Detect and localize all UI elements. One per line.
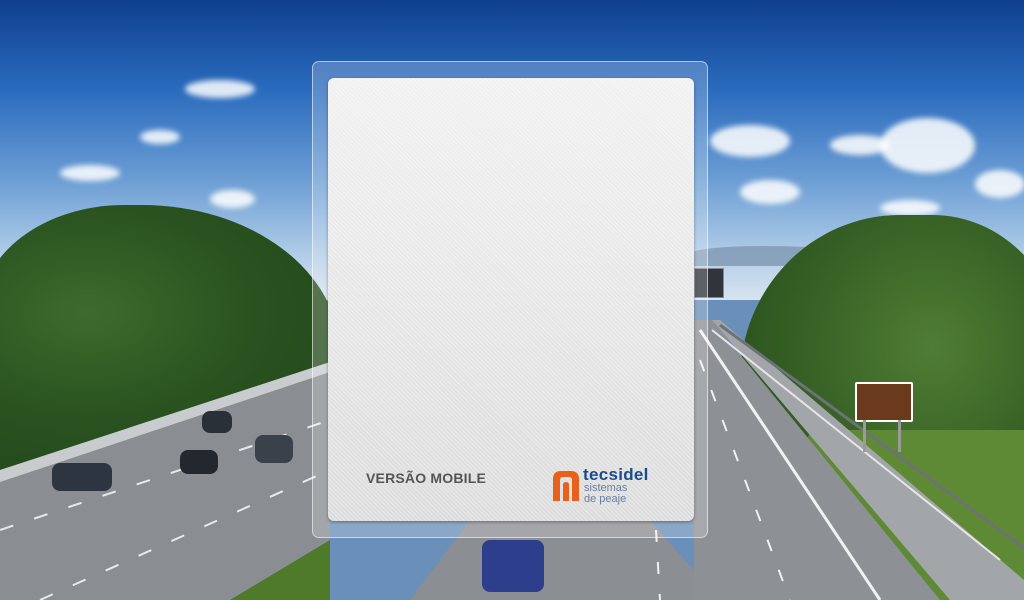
tecsidel-logo: tecsidel sistemas de peaje [551,465,691,507]
main-panel: VERSÃO MOBILE tecsidel sistemas de peaje [328,78,694,521]
car [202,411,232,433]
car [255,435,293,463]
sign-post [863,420,866,452]
brown-tourist-sign [855,382,913,422]
sign-post [898,420,901,452]
logo-tagline-line2: de peaje [584,493,627,505]
car [52,463,112,491]
mobile-version-link[interactable]: VERSÃO MOBILE [366,470,486,486]
tecsidel-logo-mark-icon [553,471,579,501]
logo-tagline: sistemas de peaje [584,483,627,505]
car [180,450,218,474]
car [482,540,544,592]
